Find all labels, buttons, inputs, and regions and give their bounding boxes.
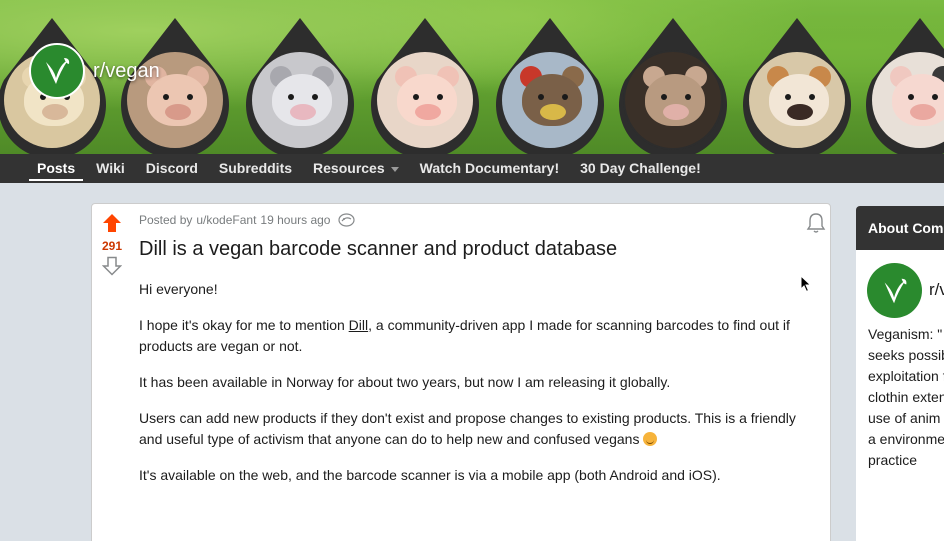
banner-animal-photo (240, 18, 360, 154)
arrow-down-icon[interactable] (102, 256, 122, 276)
banner-animal-photo (115, 18, 235, 154)
subreddit-logo[interactable] (29, 43, 85, 99)
post-text: I hope it's okay for me to mention (139, 317, 349, 333)
post-paragraph: Users can add new products if they don't… (139, 408, 815, 450)
mouse-cursor-icon (800, 275, 812, 293)
smile-emoji-icon (643, 432, 658, 446)
post-paragraph: Hi everyone! (139, 281, 218, 297)
post-paragraph: It has been available in Norway for abou… (139, 374, 671, 390)
about-community-card: About Com r/v Veganism: " which seeks po… (856, 206, 944, 541)
nav-resources-label: Resources (313, 160, 385, 176)
community-name[interactable]: r/v (929, 280, 944, 300)
post-time[interactable]: 19 hours ago (260, 213, 330, 227)
post-card: 291 Posted by u/kodeFant 19 hours ago Di… (91, 203, 831, 541)
nav-watch-documentary[interactable]: Watch Documentary! (412, 154, 568, 183)
dill-link[interactable]: Dill (349, 317, 368, 333)
about-title: About Com (856, 206, 944, 250)
bell-icon[interactable] (806, 212, 826, 234)
leaf-v-icon (884, 278, 906, 303)
posted-by-label: Posted by (139, 213, 193, 227)
banner-animal-photo (490, 18, 610, 154)
subreddit-banner: r/vegan (0, 0, 944, 154)
post-title[interactable]: Dill is a vegan barcode scanner and prod… (139, 238, 617, 261)
post-body: Hi everyone! I hope it's okay for me to … (139, 279, 815, 501)
vote-score: 291 (101, 239, 123, 253)
nav-discord[interactable]: Discord (138, 154, 206, 183)
banner-animal-photo (365, 18, 485, 154)
subreddit-name[interactable]: r/vegan (93, 60, 160, 83)
banner-animal-photo (860, 18, 944, 154)
nav-30-day-challenge[interactable]: 30 Day Challenge! (572, 154, 709, 183)
leaf-v-icon (46, 58, 70, 84)
post-text: Users can add new products if they don't… (139, 410, 796, 447)
chevron-down-icon (390, 166, 399, 172)
nav-wiki[interactable]: Wiki (88, 154, 133, 183)
nav-resources[interactable]: Resources (305, 154, 407, 183)
subreddit-nav: Posts Wiki Discord Subreddits Resources … (0, 154, 944, 183)
nav-subreddits[interactable]: Subreddits (211, 154, 300, 183)
banner-animal-photo (737, 18, 857, 154)
community-description: Veganism: " which seeks possible and exp… (868, 326, 944, 468)
community-logo[interactable] (867, 263, 922, 318)
award-icon[interactable] (338, 213, 356, 227)
vote-column: 291 (92, 204, 132, 276)
banner-animal-photo (613, 18, 733, 154)
arrow-up-icon[interactable] (102, 213, 122, 233)
post-paragraph: It's available on the web, and the barco… (139, 467, 721, 483)
post-paragraph: I hope it's okay for me to mention Dill,… (139, 315, 815, 357)
nav-posts[interactable]: Posts (29, 154, 84, 183)
post-meta: Posted by u/kodeFant 19 hours ago (139, 213, 356, 227)
post-author[interactable]: u/kodeFant (196, 213, 256, 227)
